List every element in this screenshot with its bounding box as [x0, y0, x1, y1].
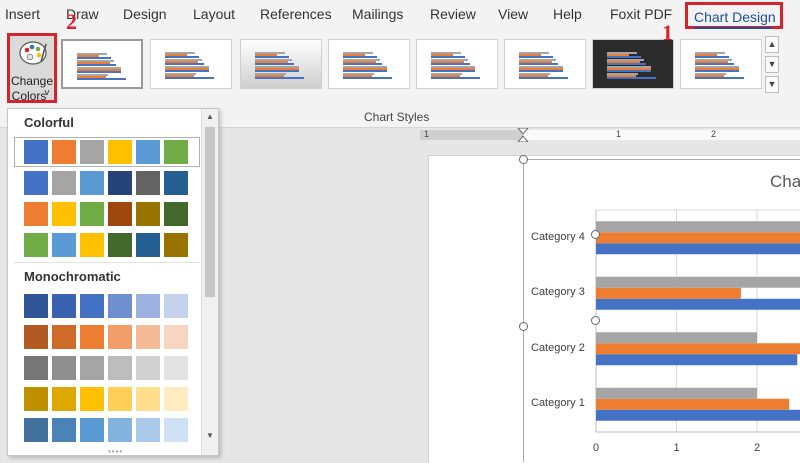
step-1-marker: 1 — [662, 20, 673, 45]
resize-handle[interactable] — [519, 322, 528, 331]
x-tick-label: 1 — [673, 442, 680, 454]
bar — [596, 298, 800, 310]
resize-handle[interactable] — [519, 155, 528, 164]
category-label: Category 2 — [531, 341, 585, 354]
x-tick-label: 2 — [754, 442, 761, 454]
bar — [596, 387, 757, 399]
bar — [596, 354, 798, 366]
category-label: Category 1 — [531, 397, 585, 410]
bar — [596, 276, 800, 288]
bar — [596, 332, 757, 344]
category-label: Category 4 — [531, 230, 585, 243]
bar — [596, 409, 800, 421]
resize-handle[interactable] — [591, 316, 600, 325]
bar — [596, 243, 800, 255]
bar — [596, 343, 800, 355]
bar — [596, 221, 800, 233]
bar — [596, 232, 800, 244]
bar — [596, 398, 790, 410]
x-tick-label: 0 — [593, 442, 600, 454]
step-2-marker: 2 — [66, 9, 77, 34]
bar — [596, 287, 741, 299]
resize-handle[interactable] — [591, 230, 600, 239]
category-label: Category 3 — [531, 286, 585, 299]
bar-chart[interactable] — [0, 0, 800, 462]
